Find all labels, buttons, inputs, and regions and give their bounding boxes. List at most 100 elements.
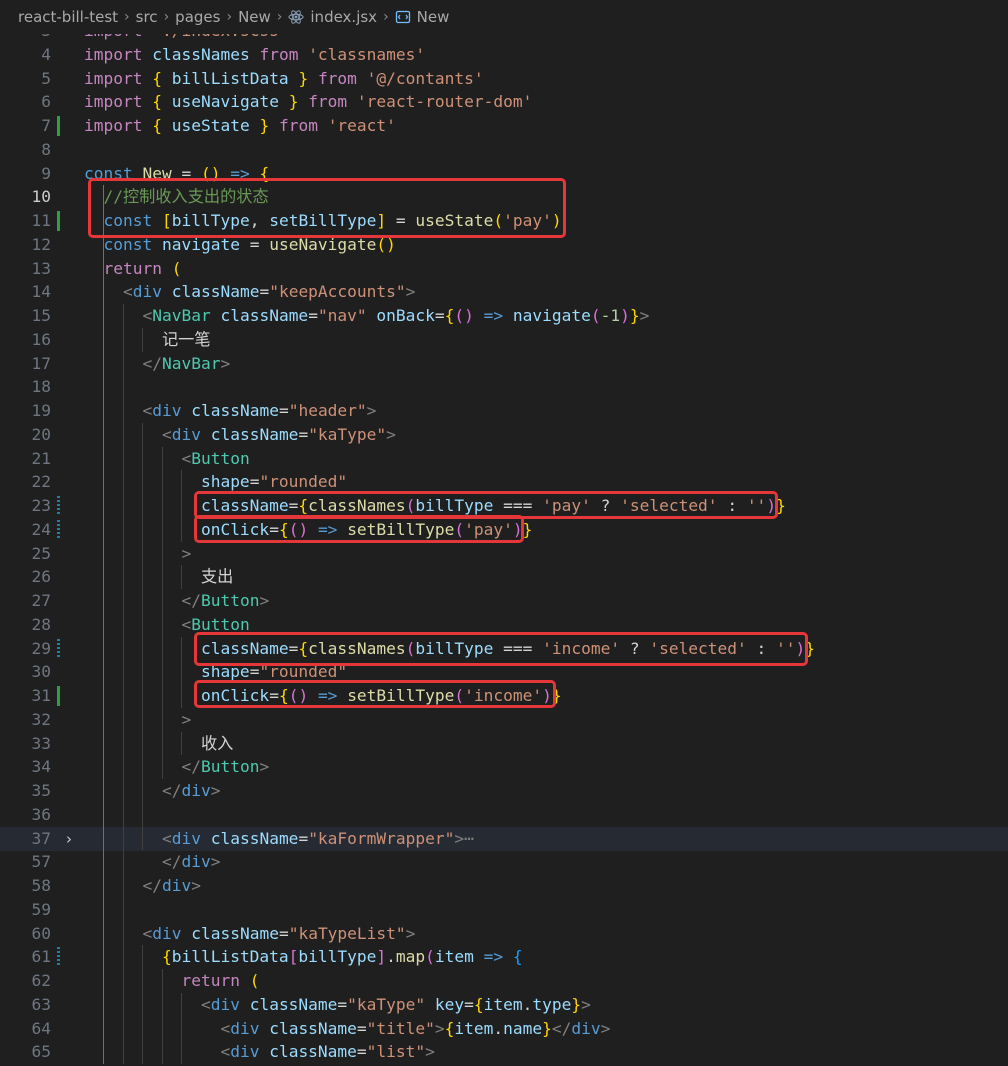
- indent-guide: [181, 731, 183, 756]
- code-line[interactable]: 35 </div>: [0, 779, 1008, 803]
- gutter-added-marker[interactable]: [57, 116, 60, 136]
- breadcrumb-symbol[interactable]: New: [417, 8, 450, 26]
- breadcrumb: react-bill-test › src › pages › New › in…: [0, 0, 1008, 34]
- line-number: 60: [31, 923, 52, 943]
- code-line[interactable]: 8: [0, 138, 1008, 162]
- line-number: 11: [31, 211, 52, 230]
- code-text: import { useNavigate } from 'react-route…: [84, 92, 533, 112]
- line-number: 58: [31, 876, 52, 895]
- code-text: <div className="kaType">: [161, 424, 396, 444]
- code-line[interactable]: 17 </NavBar>: [0, 352, 1008, 376]
- annotation-highlight-box: [88, 178, 566, 238]
- code-line[interactable]: 64 <div className="title">{item.name}</d…: [0, 1017, 1008, 1041]
- code-text: </div>: [161, 852, 221, 872]
- code-line[interactable]: 14 <div className="keepAccounts">: [0, 280, 1008, 304]
- code-line[interactable]: 16 记一笔: [0, 328, 1008, 352]
- code-line[interactable]: 25 >: [0, 542, 1008, 566]
- code-text: </div>: [161, 781, 221, 800]
- line-number: 62: [31, 971, 52, 990]
- code-line[interactable]: 65 <div className="list">: [0, 1040, 1008, 1064]
- line-number: 4: [41, 44, 51, 64]
- line-number: 6: [41, 92, 51, 112]
- code-line[interactable]: 37 › <div className="kaFormWrapper">⋯: [0, 826, 1008, 851]
- gutter-added-marker[interactable]: [57, 211, 60, 231]
- code-line[interactable]: 3 import './index.scss': [0, 34, 1008, 43]
- chevron-right-icon: ›: [163, 9, 170, 25]
- code-line[interactable]: 58 </div>: [0, 874, 1008, 898]
- code-text: </div>: [142, 876, 201, 895]
- breadcrumb-folder-new[interactable]: New: [238, 8, 271, 26]
- line-number: 16: [31, 329, 52, 349]
- gutter-modified-marker[interactable]: [57, 519, 60, 540]
- code-text: return (: [181, 971, 260, 990]
- code-line[interactable]: 18: [0, 375, 1008, 399]
- code-editor[interactable]: 3 import './index.scss' 4 import classNames…: [0, 34, 1008, 1066]
- line-number: 8: [41, 139, 51, 159]
- code-line[interactable]: 34 </Button>: [0, 755, 1008, 779]
- code-text: >: [181, 543, 192, 563]
- line-number: 18: [31, 377, 52, 397]
- code-line[interactable]: 36: [0, 803, 1008, 827]
- code-text: </Button>: [181, 757, 270, 777]
- code-line[interactable]: 21 <Button: [0, 447, 1008, 471]
- code-line[interactable]: 59: [0, 898, 1008, 922]
- code-line[interactable]: 6 import { useNavigate } from 'react-rout…: [0, 90, 1008, 114]
- breadcrumb-src[interactable]: src: [136, 8, 158, 26]
- line-number: 3: [0, 34, 51, 43]
- code-line[interactable]: 32 >: [0, 708, 1008, 732]
- code-line[interactable]: 60 <div className="kaTypeList">: [0, 922, 1008, 946]
- code-line[interactable]: 33 收入: [0, 732, 1008, 756]
- indent-guide: [181, 470, 183, 542]
- code-line[interactable]: 19 <div className="header">: [0, 399, 1008, 423]
- code-text: 支出: [200, 567, 234, 587]
- indent-guide: [181, 992, 183, 1064]
- indent-guide: [181, 565, 183, 589]
- indent-guide: [161, 969, 163, 1064]
- chevron-right-icon: ›: [383, 9, 389, 25]
- code-line[interactable]: 20 <div className="kaType">: [0, 423, 1008, 447]
- breadcrumb-project[interactable]: react-bill-test: [18, 8, 118, 26]
- line-number: 20: [31, 424, 52, 444]
- line-number: 10: [31, 187, 52, 207]
- line-number: 21: [31, 448, 52, 468]
- line-number: 9: [41, 163, 51, 183]
- code-text: >: [181, 709, 192, 729]
- chevron-right-icon[interactable]: ›: [62, 827, 76, 851]
- code-text: <div className="title">{item.name}</div>: [220, 1018, 611, 1038]
- code-text: {billListData[billType].map(item => {: [161, 947, 523, 967]
- react-icon: [288, 10, 304, 24]
- line-number: 59: [31, 899, 52, 919]
- breadcrumb-file[interactable]: index.jsx: [310, 8, 377, 26]
- code-text: <Button: [181, 448, 250, 468]
- code-line[interactable]: 57 </div>: [0, 850, 1008, 874]
- line-number: 23: [31, 496, 52, 515]
- line-number: 17: [31, 353, 52, 373]
- chevron-right-icon: ›: [276, 9, 283, 25]
- code-line[interactable]: 5 import { billListData } from '@/contant…: [0, 67, 1008, 91]
- code-line[interactable]: 61 {billListData[billType].map(item => {: [0, 945, 1008, 969]
- line-number: 26: [31, 567, 52, 587]
- line-number: 30: [31, 662, 52, 682]
- annotation-highlight-box: [194, 632, 808, 666]
- code-text: import { billListData } from '@/contants…: [84, 68, 484, 88]
- code-text: <div className="list">: [220, 1042, 435, 1062]
- code-line[interactable]: 13 return (: [0, 257, 1008, 281]
- code-line[interactable]: 26 支出: [0, 565, 1008, 589]
- code-line[interactable]: 7 import { useState } from 'react': [0, 114, 1008, 138]
- gutter-modified-marker[interactable]: [57, 947, 60, 968]
- line-number: 24: [31, 519, 52, 539]
- indent-guide: [142, 422, 144, 851]
- code-text: import { useState } from 'react': [84, 116, 396, 135]
- component-symbol-icon: [395, 10, 410, 24]
- code-text: </Button>: [181, 591, 270, 610]
- gutter-added-marker[interactable]: [57, 686, 60, 706]
- code-line[interactable]: 15 <NavBar className="nav" onBack={() =>…: [0, 304, 1008, 328]
- gutter-modified-marker[interactable]: [57, 496, 60, 516]
- code-line[interactable]: 63 <div className="kaType" key={item.typ…: [0, 993, 1008, 1017]
- code-line[interactable]: 27 </Button>: [0, 589, 1008, 613]
- breadcrumb-pages[interactable]: pages: [175, 8, 220, 26]
- line-number: 34: [31, 757, 52, 777]
- code-line[interactable]: 4 import classNames from 'classnames': [0, 43, 1008, 67]
- gutter-modified-marker[interactable]: [57, 638, 60, 659]
- code-line[interactable]: 62 return (: [0, 969, 1008, 993]
